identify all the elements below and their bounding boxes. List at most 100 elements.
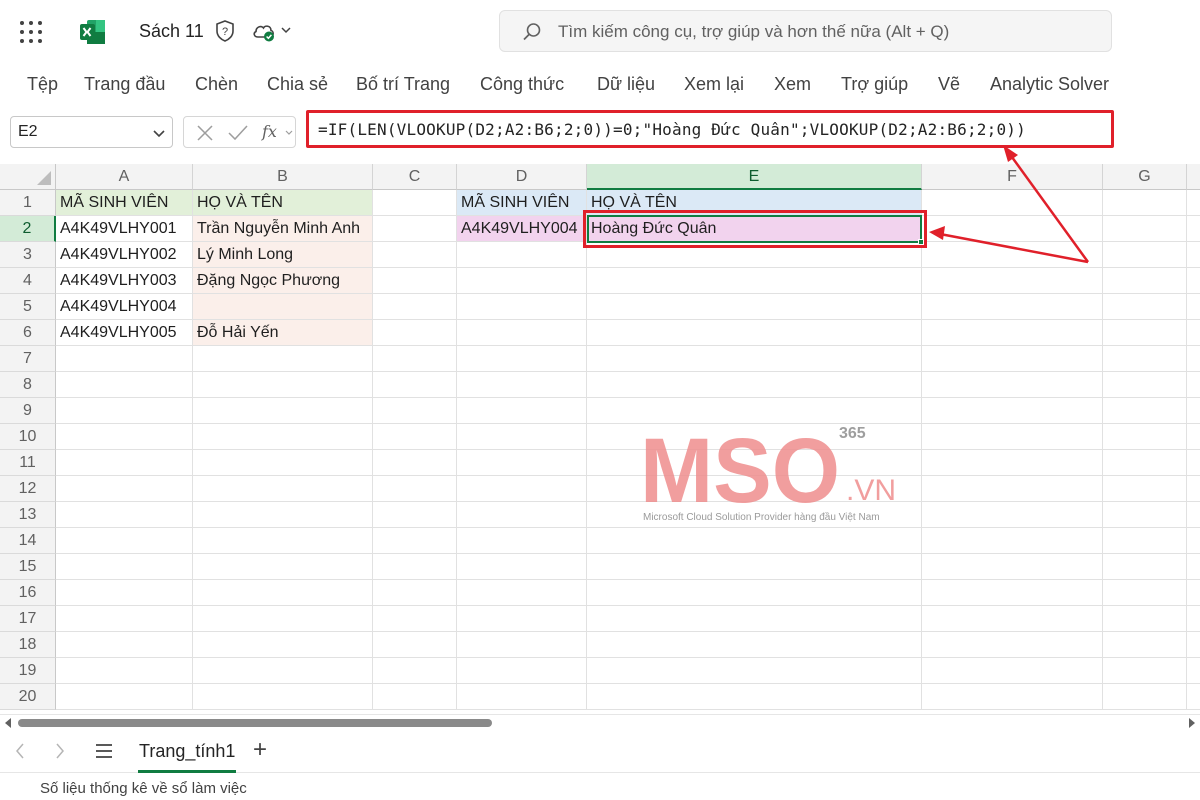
cell-b1[interactable]: HỌ VÀ TÊN xyxy=(193,190,373,216)
grid-cell[interactable] xyxy=(457,502,587,528)
tab-page-layout[interactable]: Bố trí Trang xyxy=(356,74,450,95)
grid-cell[interactable] xyxy=(457,398,587,424)
grid-cell[interactable] xyxy=(1103,294,1187,320)
cell-b3[interactable]: Lý Minh Long xyxy=(193,242,373,268)
grid-cell[interactable] xyxy=(373,268,457,294)
grid-cell[interactable] xyxy=(457,346,587,372)
grid-cell[interactable] xyxy=(1187,268,1200,294)
grid-cell[interactable] xyxy=(373,502,457,528)
row-header-13[interactable]: 13 xyxy=(0,502,56,528)
grid-cell[interactable] xyxy=(457,606,587,632)
grid-cell[interactable] xyxy=(1103,268,1187,294)
grid-cell[interactable] xyxy=(373,632,457,658)
grid-cell[interactable] xyxy=(1103,346,1187,372)
grid-cell[interactable] xyxy=(587,580,922,606)
app-launcher-icon[interactable] xyxy=(20,21,42,43)
row-header-18[interactable]: 18 xyxy=(0,632,56,658)
row-header-11[interactable]: 11 xyxy=(0,450,56,476)
grid-cell[interactable] xyxy=(56,398,193,424)
grid-cell[interactable] xyxy=(922,528,1103,554)
grid-cell[interactable] xyxy=(922,502,1103,528)
grid-cell[interactable] xyxy=(922,268,1103,294)
grid-cell[interactable] xyxy=(587,632,922,658)
grid-cell[interactable] xyxy=(1103,372,1187,398)
row-header-12[interactable]: 12 xyxy=(0,476,56,502)
cell-a1[interactable]: MÃ SINH VIÊN xyxy=(56,190,193,216)
grid-cell[interactable] xyxy=(922,372,1103,398)
grid-cell[interactable] xyxy=(373,216,457,242)
grid-cell[interactable] xyxy=(1187,372,1200,398)
grid-cell[interactable] xyxy=(922,424,1103,450)
grid-cell[interactable] xyxy=(373,476,457,502)
cancel-icon[interactable] xyxy=(196,124,214,142)
grid-cell[interactable] xyxy=(373,580,457,606)
grid-cell[interactable] xyxy=(1103,580,1187,606)
cell-b2[interactable]: Trần Nguyễn Minh Anh xyxy=(193,216,373,242)
grid-cell[interactable] xyxy=(1187,424,1200,450)
horizontal-scrollbar[interactable] xyxy=(0,714,1200,730)
grid-cell[interactable] xyxy=(457,294,587,320)
grid-cell[interactable] xyxy=(1103,658,1187,684)
grid-cell[interactable] xyxy=(587,554,922,580)
grid-cell[interactable] xyxy=(56,632,193,658)
grid-cell[interactable] xyxy=(457,476,587,502)
column-header-c[interactable]: C xyxy=(373,164,457,190)
grid-cell[interactable] xyxy=(587,450,922,476)
grid-cell[interactable] xyxy=(922,190,1103,216)
grid-cell[interactable] xyxy=(373,658,457,684)
grid-cell[interactable] xyxy=(1103,216,1187,242)
workbook-statistics-link[interactable]: Số liệu thống kê về sổ làm việc xyxy=(40,780,247,797)
scrollbar-thumb[interactable] xyxy=(18,719,492,727)
scroll-right-icon[interactable] xyxy=(1188,718,1196,728)
row-header-5[interactable]: 5 xyxy=(0,294,56,320)
grid-cell[interactable] xyxy=(373,528,457,554)
grid-cell[interactable] xyxy=(922,580,1103,606)
grid-cell[interactable] xyxy=(193,632,373,658)
row-header-16[interactable]: 16 xyxy=(0,580,56,606)
row-header-8[interactable]: 8 xyxy=(0,372,56,398)
tab-share[interactable]: Chia sẻ xyxy=(267,74,328,95)
grid-cell[interactable] xyxy=(1103,242,1187,268)
add-sheet-button[interactable]: + xyxy=(253,738,267,762)
cell-a5[interactable]: A4K49VLHY004 xyxy=(56,294,193,320)
grid-cell[interactable] xyxy=(587,320,922,346)
grid-cell[interactable] xyxy=(373,398,457,424)
grid-cell[interactable] xyxy=(1103,450,1187,476)
grid-cell[interactable] xyxy=(922,346,1103,372)
grid-cell[interactable] xyxy=(587,424,922,450)
cloud-saved-icon[interactable] xyxy=(252,22,276,42)
chevron-down-icon[interactable] xyxy=(280,24,292,36)
grid-cell[interactable] xyxy=(1103,398,1187,424)
grid-cell[interactable] xyxy=(922,658,1103,684)
grid-cell[interactable] xyxy=(193,658,373,684)
grid-cell[interactable] xyxy=(922,320,1103,346)
row-header-19[interactable]: 19 xyxy=(0,658,56,684)
row-header-14[interactable]: 14 xyxy=(0,528,56,554)
grid-cell[interactable] xyxy=(457,268,587,294)
grid-cell[interactable] xyxy=(587,268,922,294)
grid-cell[interactable] xyxy=(56,502,193,528)
tab-file[interactable]: Tệp xyxy=(27,74,58,95)
name-box[interactable]: E2 xyxy=(10,116,173,148)
grid-cell[interactable] xyxy=(587,476,922,502)
chevron-down-icon[interactable] xyxy=(285,130,293,136)
grid-cell[interactable] xyxy=(1187,684,1200,710)
grid-cell[interactable] xyxy=(1103,424,1187,450)
grid-cell[interactable] xyxy=(1187,190,1200,216)
tab-home[interactable]: Trang đầu xyxy=(84,74,165,95)
grid-cell[interactable] xyxy=(1187,450,1200,476)
grid-cell[interactable] xyxy=(457,632,587,658)
grid-cell[interactable] xyxy=(587,346,922,372)
grid-cell[interactable] xyxy=(1103,190,1187,216)
column-header-g[interactable]: G xyxy=(1103,164,1187,190)
chevron-left-icon[interactable] xyxy=(14,742,26,760)
grid-cell[interactable] xyxy=(56,580,193,606)
grid-cell[interactable] xyxy=(373,372,457,398)
grid-cell[interactable] xyxy=(587,242,922,268)
spreadsheet-grid[interactable]: A B C D E F G 1 2 3 4 5 6 7 8 9 10 11 12 13 14 15 16 17 1… xyxy=(0,164,1200,716)
grid-cell[interactable] xyxy=(922,398,1103,424)
grid-cell[interactable] xyxy=(373,684,457,710)
grid-cell[interactable] xyxy=(1187,502,1200,528)
column-header-e[interactable]: E xyxy=(587,164,922,190)
grid-cell[interactable] xyxy=(587,528,922,554)
